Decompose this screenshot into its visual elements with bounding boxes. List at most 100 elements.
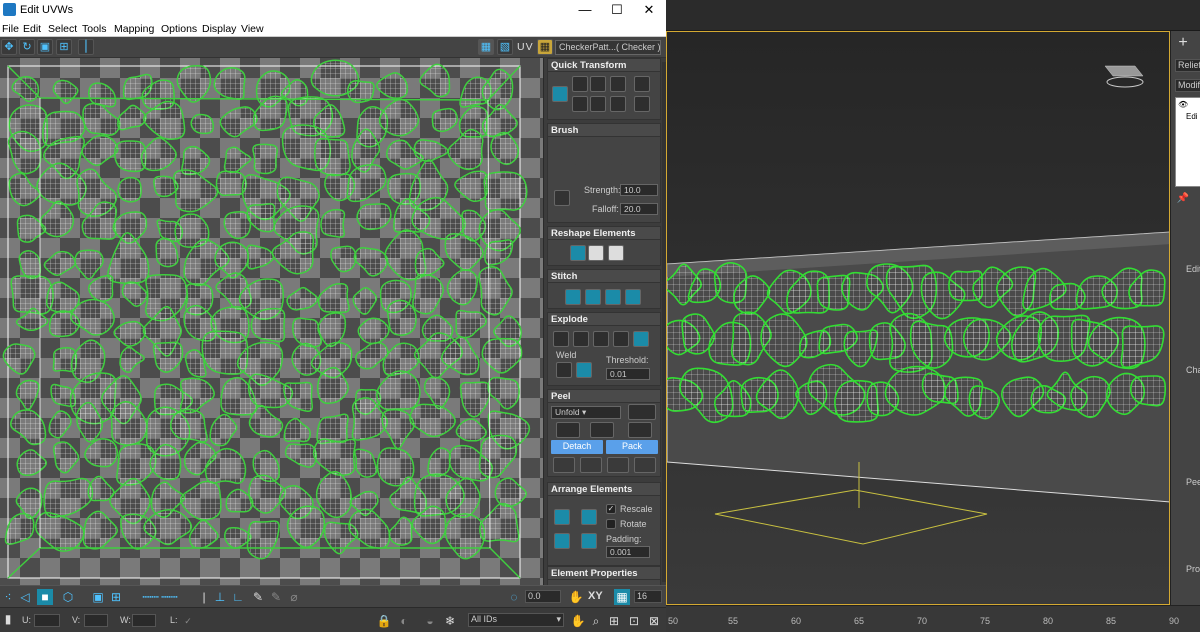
uv-island[interactable] bbox=[215, 170, 247, 197]
rollout-edit[interactable]: Edit bbox=[1186, 264, 1200, 274]
loop-ring-icon[interactable]: ┅┅┅ ┅┅┅ bbox=[132, 589, 188, 605]
arrange-header[interactable]: Arrange Elements bbox=[548, 483, 660, 496]
pack-custom-icon[interactable] bbox=[581, 509, 597, 525]
invert-pins-icon[interactable] bbox=[634, 457, 656, 473]
align-center-icon[interactable] bbox=[552, 86, 568, 102]
pin-stack-icon[interactable]: 📌 bbox=[1175, 191, 1191, 207]
freeform-icon[interactable]: ⊞ bbox=[56, 39, 72, 55]
pan-icon[interactable]: ✋ bbox=[570, 613, 586, 629]
flatten-by-polygon-icon[interactable] bbox=[633, 331, 649, 347]
distribute-icon[interactable] bbox=[634, 96, 650, 112]
menu-select[interactable]: Select bbox=[48, 23, 77, 35]
snowflake-icon[interactable]: ❄ bbox=[442, 613, 458, 629]
zoom-region-icon[interactable]: ⊞ bbox=[606, 613, 622, 629]
peel-reset-icon[interactable] bbox=[628, 404, 656, 420]
brush-select-icon[interactable]: ✎ bbox=[268, 589, 284, 605]
close-button[interactable]: ✕ bbox=[632, 0, 666, 20]
shrink-selection-icon[interactable]: ⊞ bbox=[108, 589, 124, 605]
pan-hand-icon[interactable]: ✋ bbox=[568, 589, 584, 605]
menu-tools[interactable]: Tools bbox=[82, 23, 107, 35]
menu-display[interactable]: Display bbox=[202, 23, 236, 35]
paint-select-icon[interactable]: ✎ bbox=[250, 589, 266, 605]
menu-file[interactable]: File bbox=[2, 23, 19, 35]
reshape-header[interactable]: Reshape Elements bbox=[548, 227, 660, 240]
eye-icon[interactable]: 👁 bbox=[1178, 100, 1188, 109]
pin-edges-icon[interactable] bbox=[607, 457, 629, 473]
stitch-header[interactable]: Stitch bbox=[548, 270, 660, 283]
pack-button[interactable]: Pack bbox=[606, 440, 658, 454]
xy-label[interactable]: XY bbox=[588, 590, 603, 602]
flatten-by-smoothing-icon[interactable] bbox=[593, 331, 609, 347]
detach-button[interactable]: Detach bbox=[551, 440, 603, 454]
uv-island[interactable] bbox=[190, 113, 214, 135]
pack-normalize-icon[interactable] bbox=[554, 509, 570, 525]
uv-island[interactable] bbox=[320, 208, 346, 238]
brush-relax-icon[interactable] bbox=[607, 150, 623, 166]
pack-together-icon[interactable] bbox=[554, 533, 570, 549]
align-left-icon[interactable] bbox=[572, 96, 588, 112]
perspective-viewport[interactable] bbox=[666, 31, 1170, 605]
flatten-icon[interactable] bbox=[608, 245, 624, 261]
flatten-by-material-icon[interactable] bbox=[613, 331, 629, 347]
unpin-tool-icon[interactable] bbox=[580, 457, 602, 473]
texture-icon[interactable]: ▧ bbox=[497, 39, 513, 55]
break-icon[interactable] bbox=[553, 331, 569, 347]
hide-icon[interactable]: ◐ bbox=[396, 613, 412, 629]
rotate-icon[interactable]: ↻ bbox=[19, 39, 35, 55]
rotate-cw-icon[interactable] bbox=[610, 96, 626, 112]
uv-island[interactable] bbox=[117, 176, 142, 203]
uv-island[interactable] bbox=[250, 307, 286, 343]
checker-pattern-dropdown[interactable]: CheckerPatt...( Checker ) ▾ bbox=[555, 40, 661, 55]
checker-toggle-icon[interactable]: ▦ bbox=[478, 39, 494, 55]
uv-island[interactable] bbox=[483, 171, 528, 212]
straighten-icon[interactable] bbox=[570, 245, 586, 261]
zoom-extents-icon[interactable]: ⊡ bbox=[626, 613, 642, 629]
peel-header[interactable]: Peel bbox=[548, 390, 660, 403]
u-field[interactable] bbox=[34, 614, 60, 627]
brush-header[interactable]: Brush bbox=[548, 124, 660, 137]
freeze-icon[interactable]: ◒ bbox=[422, 613, 438, 629]
move-icon[interactable]: ✥ bbox=[1, 39, 17, 55]
relax-icon[interactable] bbox=[588, 245, 604, 261]
rescale-elements-icon[interactable] bbox=[581, 533, 597, 549]
rotate-ccw-icon[interactable] bbox=[610, 76, 626, 92]
snap-angle-icon[interactable]: ◌ bbox=[506, 589, 522, 605]
brush-paint-icon[interactable] bbox=[574, 150, 590, 166]
uv-island[interactable] bbox=[386, 299, 417, 336]
minimize-button[interactable]: — bbox=[568, 0, 602, 20]
uv-island[interactable] bbox=[356, 203, 392, 231]
grid-snap-icon[interactable]: ▦ bbox=[614, 589, 630, 605]
threshold-spinner[interactable]: 0.01 bbox=[606, 368, 650, 380]
lock-icon[interactable]: 🔒 bbox=[376, 613, 392, 629]
align-vertical-icon[interactable] bbox=[590, 76, 606, 92]
edge-mode-icon[interactable]: ◁ bbox=[17, 589, 33, 605]
vertex-mode-icon[interactable]: ⁖ bbox=[0, 589, 16, 605]
grid-size-field[interactable]: 16 bbox=[634, 590, 662, 603]
zoom-icon[interactable]: ⌕ bbox=[588, 613, 604, 629]
angle-field[interactable]: 0.0 bbox=[525, 590, 561, 603]
falloff-spinner[interactable]: 20.0 bbox=[620, 203, 658, 215]
rescale-checkbox[interactable]: ✓ bbox=[606, 504, 616, 514]
stitch-source-icon[interactable] bbox=[585, 289, 601, 305]
uv-editor-canvas[interactable] bbox=[0, 58, 543, 585]
peel-mode-dropdown[interactable]: Unfold ▾ bbox=[551, 406, 621, 419]
peel-pin-icon[interactable] bbox=[628, 422, 652, 438]
menu-edit[interactable]: Edit bbox=[23, 23, 41, 35]
peel-quick-icon[interactable] bbox=[556, 422, 580, 438]
stack-item-label[interactable]: Edi bbox=[1186, 112, 1198, 121]
modifier-list-dropdown[interactable]: Modifie bbox=[1175, 79, 1200, 92]
stitch-target-icon[interactable] bbox=[625, 289, 641, 305]
element-properties-header[interactable]: Element Properties bbox=[548, 567, 660, 580]
rollout-channel[interactable]: Cha bbox=[1186, 365, 1200, 375]
falloff-curve-icon[interactable] bbox=[554, 190, 570, 206]
uv-island[interactable] bbox=[252, 143, 278, 175]
detach-edge-icon[interactable] bbox=[573, 331, 589, 347]
scale-icon[interactable]: ▣ bbox=[37, 39, 53, 55]
rollout-projection[interactable]: Pro bbox=[1186, 564, 1200, 574]
timeline-ruler[interactable]: 50 55 60 65 70 75 80 85 90 bbox=[666, 605, 1200, 632]
space-icon[interactable] bbox=[634, 76, 650, 92]
pivot-bottom-icon[interactable]: ⊥ bbox=[212, 589, 228, 605]
mirror-icon[interactable]: ⎮ bbox=[78, 39, 94, 55]
pivot-corner-icon[interactable]: ∟ bbox=[230, 589, 246, 605]
grow-selection-icon[interactable]: ▣ bbox=[90, 589, 106, 605]
